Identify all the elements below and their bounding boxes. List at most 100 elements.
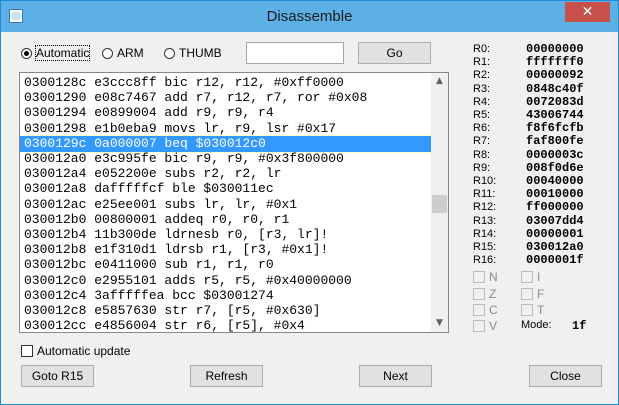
disassembly-row[interactable]: 030012ac e25ee001 subs lr, lr, #0x1 (20, 197, 432, 213)
register-row: R15: 030012a0 (473, 241, 593, 254)
radio-arm[interactable]: ARM (102, 45, 144, 61)
register-name: R14: (473, 227, 497, 240)
register-value: 00040000 (526, 174, 584, 188)
disassembly-row[interactable]: 030012b0 00800001 addeq r0, r0, r1 (20, 212, 432, 228)
radio-thumb[interactable]: THUMB (164, 45, 222, 61)
automatic-update-box[interactable] (21, 344, 33, 357)
disassembly-row[interactable]: 030012c4 3afffffea bcc $03001274 (20, 288, 432, 304)
scroll-thumb[interactable] (432, 195, 447, 213)
register-name: R4: (473, 95, 491, 108)
register-row: R14: 00000001 (473, 226, 593, 241)
disassembly-row[interactable]: 03001294 e0899004 add r9, r9, r4 (20, 105, 432, 121)
flag-c-box (473, 303, 485, 316)
disassembly-row[interactable]: 030012c8 e5857630 str r7, [r5, #0x630] (20, 303, 432, 319)
register-value: 0000003c (526, 147, 584, 162)
register-value: 0000001f (526, 253, 584, 268)
address-input[interactable] (246, 42, 344, 64)
disassembly-row[interactable]: 030012a4 e052200e subs r2, r2, lr (20, 166, 432, 182)
flag-f-label: F (537, 286, 545, 301)
disassembly-rows: 0300128c e3ccc8ff bic r12, r12, #0xff000… (20, 73, 433, 332)
register-name: R11: (473, 188, 496, 201)
radio-arm-dot[interactable] (102, 47, 113, 59)
register-name: R15: (473, 241, 497, 253)
flag-z-label: Z (489, 286, 497, 301)
register-name: R5: (473, 109, 491, 121)
disassembly-row[interactable]: 030012bc e0411000 sub r1, r1, r0 (20, 257, 432, 273)
title-bar[interactable]: Disassemble ✕ (1, 1, 618, 32)
flag-i-label: I (537, 269, 541, 284)
register-value: 0848c40f (526, 81, 584, 96)
register-name: R2: (473, 69, 491, 82)
go-button[interactable]: Go (358, 42, 431, 64)
register-row: R12: ff000000 (473, 201, 593, 214)
register-row: R6: f8f6fcfb (473, 122, 593, 135)
flag-t-box (521, 303, 533, 316)
flag-c: C (473, 302, 498, 317)
window-title: Disassemble (266, 8, 353, 25)
register-row: R10: 00040000 (473, 175, 593, 188)
register-row: R13: 03007dd4 (473, 214, 593, 228)
refresh-button[interactable]: Refresh (190, 365, 263, 387)
register-value: 0072083d (526, 94, 584, 109)
register-value: f8f6fcfb (526, 121, 584, 136)
goto-r15-button[interactable]: Goto R15 (21, 365, 94, 387)
register-name: R12: (473, 201, 497, 214)
flag-v-label: V (489, 318, 498, 333)
register-value: 00010000 (526, 187, 584, 202)
register-row: R0: 00000000 (473, 43, 593, 56)
register-value: 00000001 (526, 226, 584, 241)
disassembly-row[interactable]: 030012a0 e3c995fe bic r9, r9, #0x3f80000… (20, 151, 432, 167)
disassembly-row[interactable]: 0300129c 0a000007 beq $030012c0 (20, 134, 433, 153)
register-name: R9: (473, 161, 491, 174)
disassembly-row[interactable]: 030012cc e4856004 str r6, [r5], #0x4 (20, 318, 432, 332)
radio-thumb-dot[interactable] (164, 47, 175, 59)
flag-v-box (473, 319, 485, 332)
register-row: R16: 0000001f (473, 254, 593, 267)
disassembly-row[interactable]: 030012b4 11b300de ldrnesb r0, [r3, lr]! (20, 227, 432, 243)
register-row: R11: 00010000 (473, 188, 593, 201)
close-icon[interactable]: ✕ (565, 2, 610, 22)
flag-f: F (521, 286, 545, 301)
automatic-update-label: Automatic update (37, 343, 131, 358)
next-button[interactable]: Next (359, 365, 432, 387)
register-value: 00000092 (526, 68, 584, 83)
register-name: R10: (473, 175, 497, 187)
register-value: 030012a0 (526, 240, 584, 254)
register-row: R8: 0000003c (473, 147, 593, 162)
register-row: R4: 0072083d (473, 94, 593, 109)
mode-value: 1f (572, 319, 587, 333)
flag-n-box (473, 270, 485, 283)
flag-n-label: N (489, 269, 498, 284)
flag-i-box (521, 270, 533, 283)
register-name: R6: (473, 122, 491, 135)
scroll-down-icon[interactable]: ▼ (431, 315, 448, 332)
register-value: ff000000 (526, 200, 584, 215)
disassembly-row[interactable]: 030012a8 dafffffcf ble $030011ec (20, 181, 432, 197)
close-button[interactable]: Close (529, 365, 602, 387)
register-name: R0: (473, 43, 491, 55)
vertical-scrollbar[interactable]: ▲ ▼ (431, 73, 448, 332)
radio-automatic-dot[interactable] (21, 47, 32, 59)
disassembly-row[interactable]: 0300128c e3ccc8ff bic r12, r12, #0xff000… (20, 75, 432, 91)
flag-c-label: C (489, 302, 498, 317)
flag-i: I (521, 269, 541, 284)
disassembly-row[interactable]: 03001298 e1b0eba9 movs lr, r9, lsr #0x17 (20, 121, 432, 137)
register-row: R9: 008f0d6e (473, 160, 593, 175)
register-row: R1: fffffff0 (473, 56, 593, 69)
register-value: 008f0d6e (526, 160, 584, 175)
automatic-update-checkbox[interactable]: Automatic update (21, 343, 131, 358)
disassembly-list[interactable]: 0300128c e3ccc8ff bic r12, r12, #0xff000… (19, 72, 449, 333)
disassemble-window: Disassemble ✕ Automatic ARM THUMB Go 030… (0, 0, 619, 405)
flag-n: N (473, 269, 498, 284)
register-value: faf800fe (526, 134, 584, 149)
disassembly-row[interactable]: 030012c0 e2955101 adds r5, r5, #0x400000… (20, 273, 432, 289)
register-name: R16: (473, 254, 497, 267)
register-name: R8: (473, 148, 491, 161)
radio-automatic[interactable]: Automatic (21, 45, 91, 61)
register-name: R3: (473, 82, 491, 95)
disassembly-row[interactable]: 03001290 e08c7467 add r7, r12, r7, ror #… (20, 90, 432, 106)
flag-v: V (473, 318, 498, 333)
register-name: R13: (473, 214, 497, 227)
scroll-up-icon[interactable]: ▲ (431, 73, 448, 90)
disassembly-row[interactable]: 030012b8 e1f310d1 ldrsb r1, [r3, #0x1]! (20, 242, 432, 258)
